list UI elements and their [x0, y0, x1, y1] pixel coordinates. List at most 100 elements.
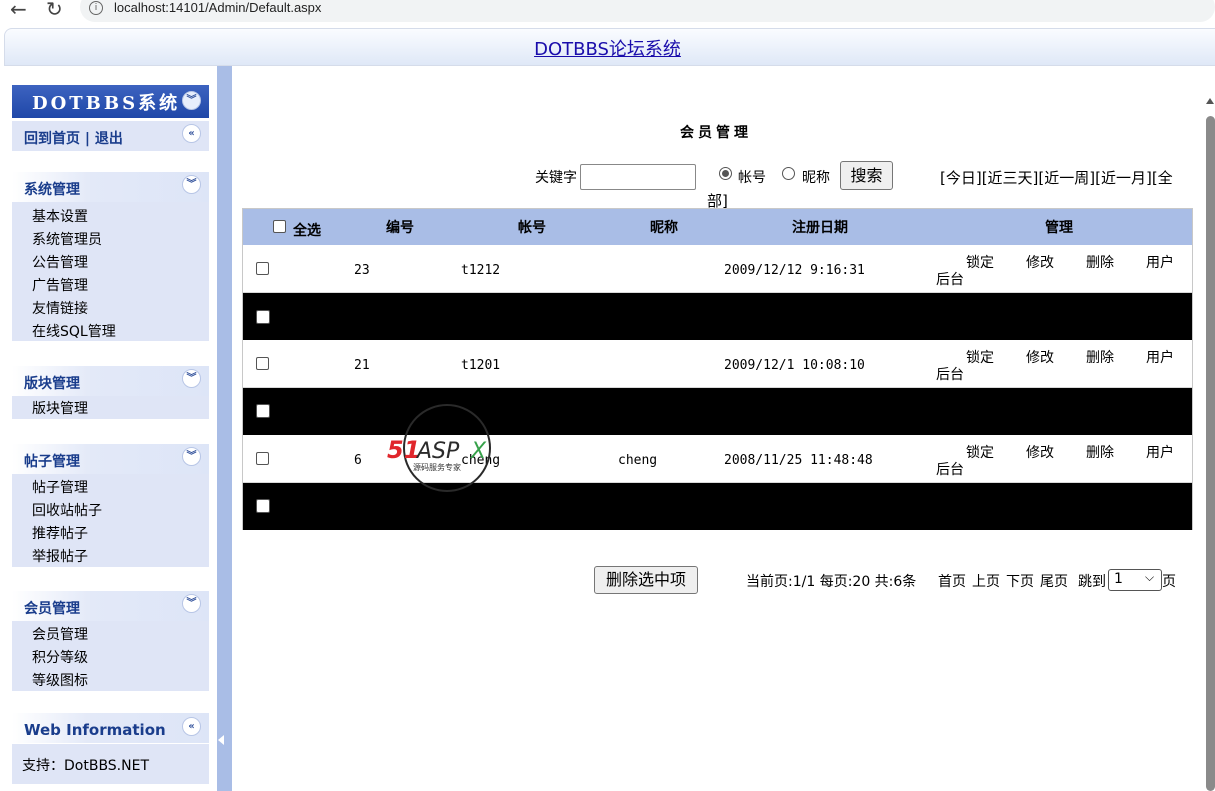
watermark-brand-51: 51 — [387, 436, 420, 464]
brand-title: DOTBBS系统 — [32, 93, 181, 114]
pager-prev[interactable]: 上页 — [972, 571, 1000, 591]
url-text[interactable]: localhost:14101/Admin/Default.aspx — [114, 0, 321, 15]
keyword-input[interactable] — [580, 164, 696, 190]
sidebar-item-points[interactable]: 积分等级 — [32, 647, 88, 667]
watermark-wordmark: 51 ASP X 源码服务专家 — [387, 436, 487, 472]
edit-link[interactable]: 修改 — [1026, 347, 1054, 367]
chevron-left-icon[interactable]: « — [182, 717, 201, 736]
chevron-left-icon[interactable]: « — [182, 124, 201, 143]
quick-date-filters[interactable]: [今日][近三天][近一周][近一月][全 — [940, 167, 1173, 188]
chevron-down-icon[interactable]: ︾ — [182, 447, 201, 466]
section-title[interactable]: 系统管理 — [24, 179, 80, 199]
section-header-boards[interactable]: 版块管理 ︾ — [12, 366, 209, 396]
row-checkbox[interactable] — [256, 404, 270, 418]
radio-nickname-label[interactable]: 昵称 — [802, 167, 830, 187]
row-checkbox[interactable] — [256, 310, 270, 324]
search-button[interactable]: 搜索 — [840, 161, 893, 190]
row-checkbox[interactable] — [256, 262, 269, 275]
pager-first[interactable]: 首页 — [938, 571, 966, 591]
page-title: 会员管理 — [680, 125, 752, 141]
lock-link[interactable]: 锁定 — [966, 252, 994, 272]
sidebar-item-level-icons[interactable]: 等级图标 — [32, 670, 88, 690]
sidebar-splitter[interactable] — [217, 66, 232, 791]
sidebar-item-recycle[interactable]: 回收站帖子 — [32, 500, 102, 520]
row-checkbox[interactable] — [256, 499, 270, 513]
radio-account-label[interactable]: 帐号 — [738, 167, 766, 187]
sidebar-item-boards[interactable]: 版块管理 — [32, 398, 88, 418]
sidebar-item-sql[interactable]: 在线SQL管理 — [32, 321, 116, 341]
chevron-down-icon[interactable]: ︾ — [182, 594, 201, 613]
delete-link[interactable]: 删除 — [1086, 252, 1114, 272]
site-info-icon[interactable]: i — [89, 1, 103, 15]
cell-id: 23 — [354, 263, 370, 278]
cell-id: 21 — [354, 358, 370, 373]
reload-icon[interactable]: ↻ — [46, 0, 63, 21]
watermark-tagline: 源码服务专家 — [413, 462, 461, 472]
home-logout-link[interactable]: 回到首页 | 退出 — [24, 128, 123, 148]
section-header-posts[interactable]: 帖子管理 ︾ — [12, 444, 209, 474]
row-checkbox[interactable] — [256, 452, 269, 465]
collapse-arrow-icon[interactable] — [218, 735, 224, 745]
page-select-value: 1 — [1114, 571, 1123, 587]
sidebar-item-basic-settings[interactable]: 基本设置 — [32, 206, 88, 226]
back-icon[interactable]: ← — [10, 0, 27, 21]
section-title[interactable]: 版块管理 — [24, 373, 80, 393]
chevron-down-icon[interactable]: ︾ — [182, 91, 201, 110]
watermark-brand-x: X — [470, 439, 487, 464]
sidebar-item-recommended[interactable]: 推荐帖子 — [32, 523, 88, 543]
sidebar-item-posts[interactable]: 帖子管理 — [32, 477, 88, 497]
user-backend-link-cont[interactable]: 后台 — [936, 459, 964, 479]
section-body-boards: 版块管理 — [12, 396, 209, 419]
user-backend-link-cont[interactable]: 后台 — [936, 269, 964, 289]
pager-jump-label: 跳到 — [1078, 574, 1106, 590]
radio-nickname[interactable] — [782, 167, 795, 180]
pager-last[interactable]: 尾页 — [1040, 571, 1068, 591]
scroll-up-icon[interactable] — [1206, 98, 1214, 104]
chevron-down-icon[interactable]: ︾ — [182, 175, 201, 194]
edit-link[interactable]: 修改 — [1026, 442, 1054, 462]
section-body-posts: 帖子管理 回收站帖子 推荐帖子 举报帖子 — [12, 474, 209, 567]
cell-nickname: cheng — [618, 453, 658, 468]
delete-link[interactable]: 删除 — [1086, 347, 1114, 367]
edit-link[interactable]: 修改 — [1026, 252, 1054, 272]
user-backend-link[interactable]: 用户 — [1146, 442, 1174, 462]
section-body-members: 会员管理 积分等级 等级图标 — [12, 621, 209, 691]
sidebar-item-admins[interactable]: 系统管理员 — [32, 229, 102, 249]
section-header-members[interactable]: 会员管理 ︾ — [12, 591, 209, 621]
sidebar-item-links[interactable]: 友情链接 — [32, 298, 88, 318]
radio-account[interactable] — [719, 167, 732, 180]
page-select[interactable]: 1 ⌵ — [1108, 569, 1162, 591]
sidebar-item-ads[interactable]: 广告管理 — [32, 275, 88, 295]
row-checkbox[interactable] — [256, 357, 269, 370]
section-title[interactable]: 会员管理 — [24, 598, 80, 618]
sidebar-item-notices[interactable]: 公告管理 — [32, 252, 88, 272]
section-header-system[interactable]: 系统管理 ︾ — [12, 172, 209, 202]
home-logout-bar: 回到首页 | 退出 « — [12, 121, 209, 151]
cell-reg-date: 2008/11/25 11:48:48 — [724, 453, 873, 468]
lock-link[interactable]: 锁定 — [966, 442, 994, 462]
chevron-down-icon[interactable]: ︾ — [182, 369, 201, 388]
delete-selected-button[interactable]: 删除选中项 — [594, 566, 698, 594]
user-backend-link[interactable]: 用户 — [1146, 252, 1174, 272]
pager-next[interactable]: 下页 — [1006, 571, 1034, 591]
watermark-logo: 51 ASP X 源码服务专家 — [387, 404, 491, 492]
sidebar-brand: DOTBBS系统 ︾ — [12, 85, 209, 118]
section-title[interactable]: 帖子管理 — [24, 451, 80, 471]
web-info-header: Web Information « — [12, 713, 209, 743]
col-select-all[interactable]: 全选 — [293, 220, 321, 240]
select-all-checkbox[interactable] — [273, 220, 286, 233]
section-body-system: 基本设置 系统管理员 公告管理 广告管理 友情链接 在线SQL管理 — [12, 202, 209, 341]
table-row-dark — [243, 388, 1192, 435]
user-backend-link-cont[interactable]: 后台 — [936, 364, 964, 384]
scrollbar-thumb[interactable] — [1206, 116, 1215, 791]
sidebar-item-reported[interactable]: 举报帖子 — [32, 546, 88, 566]
user-backend-link[interactable]: 用户 — [1146, 347, 1174, 367]
sidebar-item-members[interactable]: 会员管理 — [32, 624, 88, 644]
cell-account: t1212 — [461, 263, 501, 278]
lock-link[interactable]: 锁定 — [966, 347, 994, 367]
col-manage: 管理 — [1045, 220, 1073, 236]
app-title-link[interactable]: DOTBBS论坛系统 — [0, 35, 1215, 61]
support-text: 支持：DotBBS.NET — [22, 758, 150, 774]
table-row-dark — [243, 483, 1192, 530]
delete-link[interactable]: 删除 — [1086, 442, 1114, 462]
